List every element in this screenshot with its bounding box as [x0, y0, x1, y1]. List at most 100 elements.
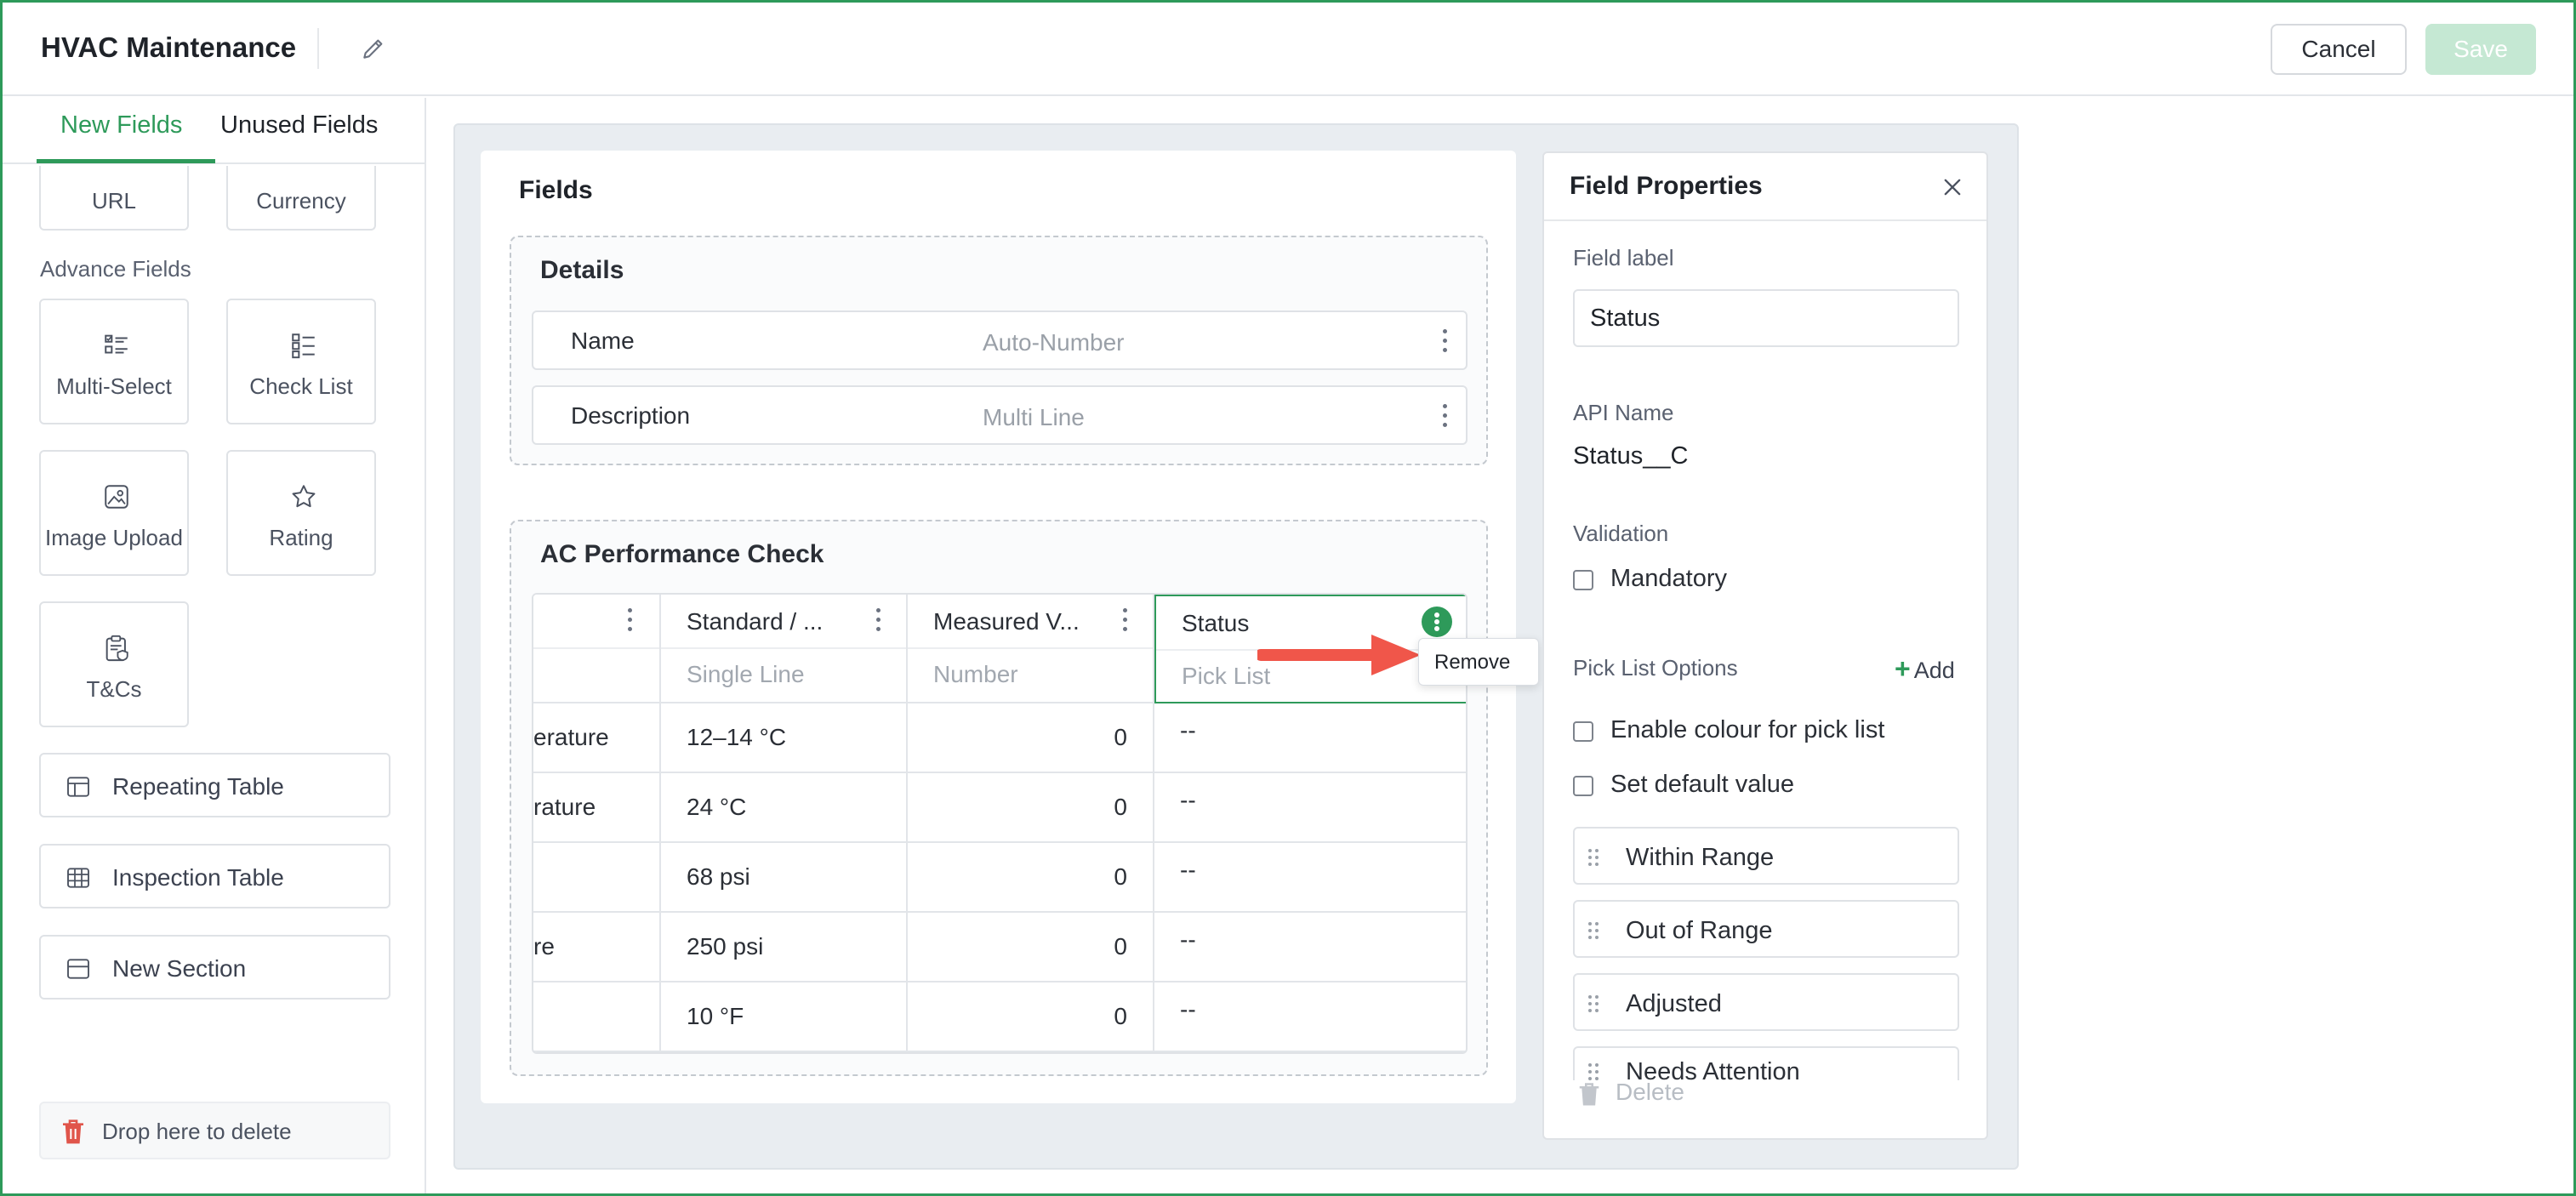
- table-cell[interactable]: 24 °C: [661, 773, 908, 843]
- enable-colour-checkbox[interactable]: [1573, 721, 1593, 742]
- field-type: Multi Line: [983, 404, 1085, 430]
- field-menu-icon[interactable]: [1440, 329, 1449, 355]
- picklist-option[interactable]: Needs Attention: [1573, 1046, 1959, 1080]
- cell-text: 0: [1114, 863, 1127, 890]
- table-cell[interactable]: --: [1154, 703, 1466, 773]
- title-divider: [317, 28, 319, 69]
- add-option-button[interactable]: + Add: [1895, 653, 1955, 685]
- drag-handle-icon[interactable]: [1587, 1062, 1600, 1080]
- tile-currency[interactable]: Currency: [226, 166, 376, 231]
- drag-handle-icon[interactable]: [1587, 994, 1600, 1014]
- picklist-options-caption: Pick List Options: [1573, 655, 1738, 681]
- column-type: Single Line: [687, 661, 805, 687]
- tile-label: URL: [91, 188, 136, 214]
- cell-text: 12–14 °C: [687, 724, 787, 750]
- column-menu-icon[interactable]: [1120, 608, 1129, 634]
- table-cell[interactable]: 0: [908, 703, 1154, 773]
- cell-text: re: [533, 933, 555, 960]
- field-label-caption: Field label: [1573, 245, 1674, 271]
- cell-text: --: [1180, 857, 1196, 883]
- drag-handle-icon[interactable]: [1587, 847, 1600, 868]
- cell-text: 250 psi: [687, 933, 764, 960]
- column-name: Measured V...: [933, 608, 1080, 635]
- close-icon[interactable]: [1941, 175, 1964, 199]
- cell-text: 0: [1114, 794, 1127, 820]
- table-column-header[interactable]: Standard / ... Single Line: [661, 595, 908, 703]
- ac-performance-section[interactable]: AC Performance Check Standard / ... Sing…: [510, 520, 1488, 1076]
- table-cell[interactable]: 12–14 °C: [661, 703, 908, 773]
- column-menu-icon[interactable]: [874, 608, 882, 634]
- remove-menu-item[interactable]: Remove: [1418, 638, 1539, 686]
- table-cell[interactable]: erature: [533, 703, 661, 773]
- table-cell[interactable]: --: [1154, 913, 1466, 982]
- mandatory-checkbox[interactable]: [1573, 570, 1593, 590]
- cell-text: 68 psi: [687, 863, 750, 890]
- table-cell[interactable]: 0: [908, 843, 1154, 913]
- section-icon: [67, 959, 89, 979]
- picklist-option[interactable]: Within Range: [1573, 827, 1959, 885]
- fields-heading: Fields: [519, 176, 593, 204]
- cell-text: --: [1180, 926, 1196, 953]
- tab-new-fields[interactable]: New Fields: [60, 111, 182, 140]
- table-cell[interactable]: 68 psi: [661, 843, 908, 913]
- cell-text: --: [1180, 717, 1196, 743]
- picklist-option[interactable]: Adjusted: [1573, 973, 1959, 1031]
- tile-label: Rating: [269, 525, 333, 550]
- picklist-option[interactable]: Out of Range: [1573, 900, 1959, 958]
- palette-tabs: New Fields Unused Fields: [3, 98, 426, 164]
- tile-url[interactable]: URL: [39, 166, 189, 231]
- tab-unused-fields[interactable]: Unused Fields: [220, 111, 378, 140]
- tile-multi-select[interactable]: Multi-Select: [39, 299, 189, 424]
- pencil-icon[interactable]: [360, 35, 387, 62]
- details-section[interactable]: Details Name Auto-Number Description Mul…: [510, 236, 1488, 465]
- section-title: AC Performance Check: [540, 540, 824, 568]
- plus-icon: +: [1895, 653, 1911, 684]
- tile-terms-conditions[interactable]: T&Cs: [39, 601, 189, 727]
- option-label: Within Range: [1626, 844, 1775, 871]
- column-menu-icon[interactable]: [1422, 607, 1452, 637]
- field-row-description[interactable]: Description Multi Line: [532, 385, 1468, 445]
- table-column-header[interactable]: Measured V... Number: [908, 595, 1154, 703]
- table-cell[interactable]: [533, 982, 661, 1052]
- multi-select-icon: [105, 334, 128, 354]
- inspection-table-button[interactable]: Inspection Table: [39, 844, 390, 908]
- table-column-header[interactable]: [533, 595, 661, 703]
- fields-card: Fields Details Name Auto-Number Descript…: [481, 151, 1516, 1103]
- header-divider: [661, 647, 906, 649]
- table-cell[interactable]: --: [1154, 843, 1466, 913]
- api-name-value: Status__C: [1573, 442, 1689, 470]
- table-cell[interactable]: re: [533, 913, 661, 982]
- table-cell[interactable]: 0: [908, 982, 1154, 1052]
- cell-text: 0: [1114, 933, 1127, 960]
- table-cell[interactable]: 10 °F: [661, 982, 908, 1052]
- column-menu-icon[interactable]: [625, 608, 634, 634]
- option-label: Needs Attention: [1626, 1058, 1800, 1080]
- table-cell[interactable]: [533, 843, 661, 913]
- table-cell[interactable]: 0: [908, 913, 1154, 982]
- drag-handle-icon[interactable]: [1587, 920, 1600, 941]
- table-cell[interactable]: --: [1154, 773, 1466, 843]
- field-row-name[interactable]: Name Auto-Number: [532, 310, 1468, 370]
- tile-label: Image Upload: [45, 525, 183, 550]
- new-section-button[interactable]: New Section: [39, 935, 390, 1000]
- save-button[interactable]: Save: [2425, 24, 2536, 75]
- cancel-button[interactable]: Cancel: [2271, 24, 2407, 75]
- cell-text: rature: [533, 794, 596, 820]
- field-label-input[interactable]: [1573, 289, 1959, 347]
- table-cell[interactable]: 0: [908, 773, 1154, 843]
- drop-to-delete-zone[interactable]: Drop here to delete: [39, 1102, 390, 1159]
- table-icon: [67, 777, 89, 797]
- table-cell[interactable]: 250 psi: [661, 913, 908, 982]
- table-cell[interactable]: --: [1154, 982, 1466, 1052]
- tile-rating[interactable]: Rating: [226, 450, 376, 576]
- active-tab-indicator: [37, 159, 215, 163]
- default-value-checkbox[interactable]: [1573, 776, 1593, 796]
- tile-image-upload[interactable]: Image Upload: [39, 450, 189, 576]
- tile-check-list[interactable]: Check List: [226, 299, 376, 424]
- table-cell[interactable]: rature: [533, 773, 661, 843]
- field-menu-icon[interactable]: [1440, 404, 1449, 430]
- default-value-label: Set default value: [1610, 771, 1795, 798]
- annotation-arrow: [1257, 635, 1421, 675]
- repeating-table-button[interactable]: Repeating Table: [39, 753, 390, 817]
- field-name: Name: [571, 327, 635, 354]
